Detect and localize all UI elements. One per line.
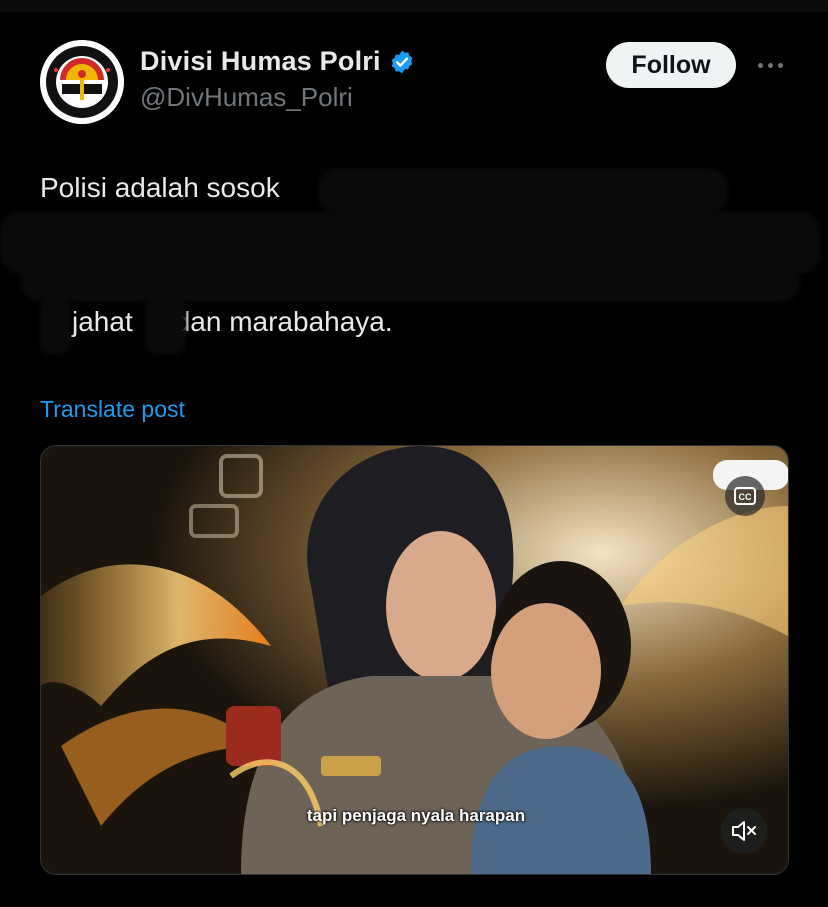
top-edge-bar [0,0,828,12]
display-name[interactable]: Divisi Humas Polri [140,46,381,77]
account-name-row[interactable]: Divisi Humas Polri [140,46,415,77]
svg-text:CC: CC [739,492,752,502]
account-handle[interactable]: @DivHumas_Polri [140,82,353,113]
tweet-text-line2: jahat dan marabahaya. [72,306,393,338]
closed-captions-icon[interactable]: CC [725,476,765,516]
redaction-scribble [146,298,186,354]
tweet-text-line1: Polisi adalah sosok [40,172,280,203]
redaction-scribble [40,298,70,354]
translate-post-link[interactable]: Translate post [40,396,185,423]
redaction-scribble [318,168,728,214]
more-horizontal-icon[interactable] [752,50,788,80]
redaction-scribble [20,262,800,302]
tweet-word: jahat [72,306,133,337]
video-player[interactable]: CC tapi penjaga nyala harapan [40,445,789,875]
volume-muted-icon[interactable] [721,808,767,854]
verified-badge-icon[interactable] [389,49,415,75]
humas-polri-emblem-icon [40,40,124,124]
avatar[interactable] [40,40,124,124]
tweet-text-rest: dan marabahaya. [174,306,393,337]
video-caption: tapi penjaga nyala harapan [306,806,526,825]
follow-button[interactable]: Follow [606,42,736,88]
